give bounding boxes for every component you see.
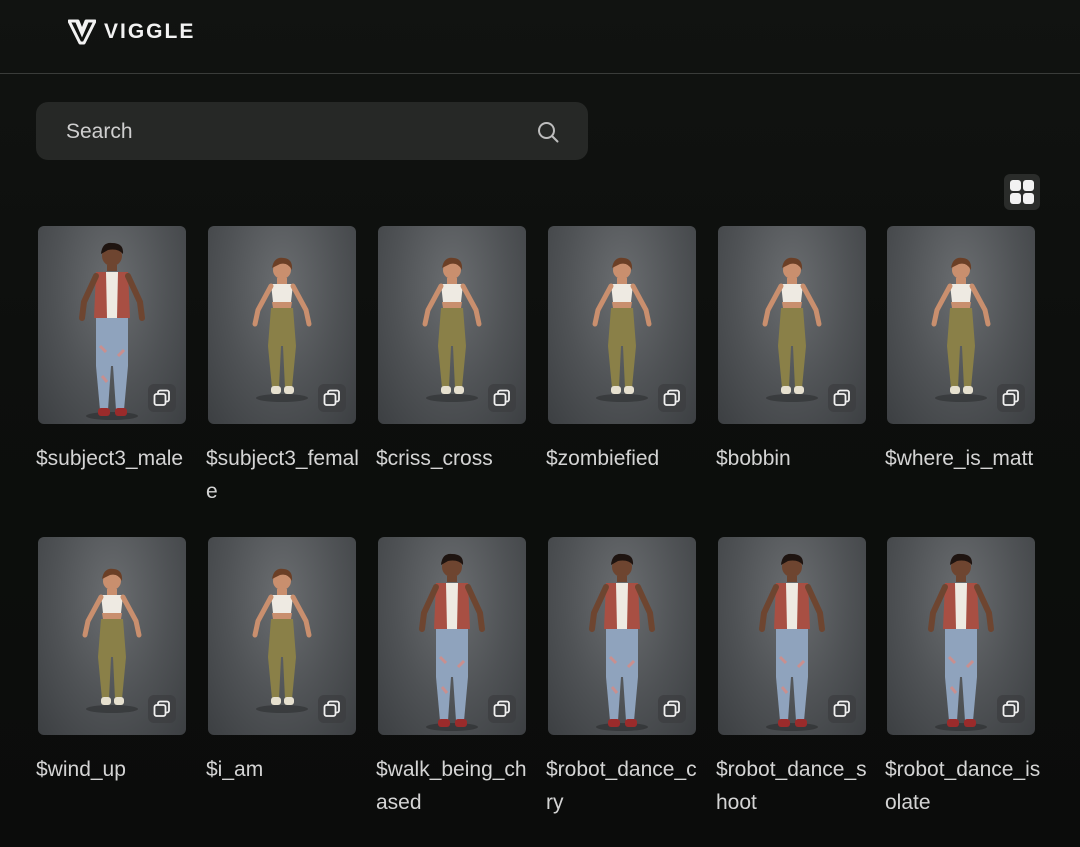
template-thumbnail[interactable]: [208, 537, 356, 735]
template-card-2[interactable]: $subject3_female: [206, 226, 359, 508]
grid-view-toggle[interactable]: [1004, 174, 1040, 210]
template-thumbnail[interactable]: [718, 226, 866, 424]
viggle-v-logo-icon: [68, 19, 96, 45]
template-card-12[interactable]: $robot_dance_isolate: [885, 537, 1040, 819]
template-card-6[interactable]: $where_is_matt: [885, 226, 1035, 475]
template-card-1[interactable]: $subject3_male: [36, 226, 186, 475]
template-label[interactable]: $where_is_matt: [885, 442, 1041, 475]
template-thumbnail[interactable]: [38, 537, 186, 735]
template-label[interactable]: $robot_dance_cry: [546, 753, 702, 819]
template-label[interactable]: $subject3_male: [36, 442, 192, 475]
top-header: VIGGLE: [0, 0, 1080, 74]
template-card-10[interactable]: $robot_dance_cry: [546, 537, 697, 819]
template-label[interactable]: $robot_dance_isolate: [885, 753, 1041, 819]
template-card-5[interactable]: $bobbin: [716, 226, 866, 475]
brand-logo[interactable]: VIGGLE: [68, 18, 195, 46]
copy-icon[interactable]: [658, 695, 686, 723]
template-thumbnail[interactable]: [378, 226, 526, 424]
copy-icon[interactable]: [997, 695, 1025, 723]
copy-icon[interactable]: [148, 695, 176, 723]
search-input[interactable]: [64, 102, 538, 162]
search-icon[interactable]: [536, 120, 560, 144]
brand-name: VIGGLE: [104, 20, 196, 43]
template-label[interactable]: $walk_being_chased: [376, 753, 532, 819]
copy-icon[interactable]: [997, 384, 1025, 412]
template-card-11[interactable]: $robot_dance_shoot: [716, 537, 867, 819]
template-thumbnail[interactable]: [548, 226, 696, 424]
template-card-3[interactable]: $criss_cross: [376, 226, 526, 475]
template-card-9[interactable]: $walk_being_chased: [376, 537, 527, 819]
copy-icon[interactable]: [318, 695, 346, 723]
template-card-7[interactable]: $wind_up: [36, 537, 186, 786]
copy-icon[interactable]: [828, 384, 856, 412]
template-thumbnail[interactable]: [378, 537, 526, 735]
template-card-4[interactable]: $zombiefied: [546, 226, 696, 475]
template-label[interactable]: $i_am: [206, 753, 362, 786]
template-card-8[interactable]: $i_am: [206, 537, 356, 786]
copy-icon[interactable]: [488, 695, 516, 723]
template-label[interactable]: $robot_dance_shoot: [716, 753, 872, 819]
copy-icon[interactable]: [488, 384, 516, 412]
template-thumbnail[interactable]: [208, 226, 356, 424]
template-thumbnail[interactable]: [887, 537, 1035, 735]
template-label[interactable]: $subject3_female: [206, 442, 362, 508]
template-label[interactable]: $wind_up: [36, 753, 192, 786]
template-thumbnail[interactable]: [548, 537, 696, 735]
template-label[interactable]: $zombiefied: [546, 442, 702, 475]
template-thumbnail[interactable]: [887, 226, 1035, 424]
template-thumbnail[interactable]: [718, 537, 866, 735]
template-label[interactable]: $criss_cross: [376, 442, 532, 475]
grid-view-icon: [1010, 180, 1034, 204]
search-bar[interactable]: [36, 102, 588, 162]
template-label[interactable]: $bobbin: [716, 442, 872, 475]
template-thumbnail[interactable]: [38, 226, 186, 424]
copy-icon[interactable]: [318, 384, 346, 412]
copy-icon[interactable]: [828, 695, 856, 723]
copy-icon[interactable]: [658, 384, 686, 412]
copy-icon[interactable]: [148, 384, 176, 412]
